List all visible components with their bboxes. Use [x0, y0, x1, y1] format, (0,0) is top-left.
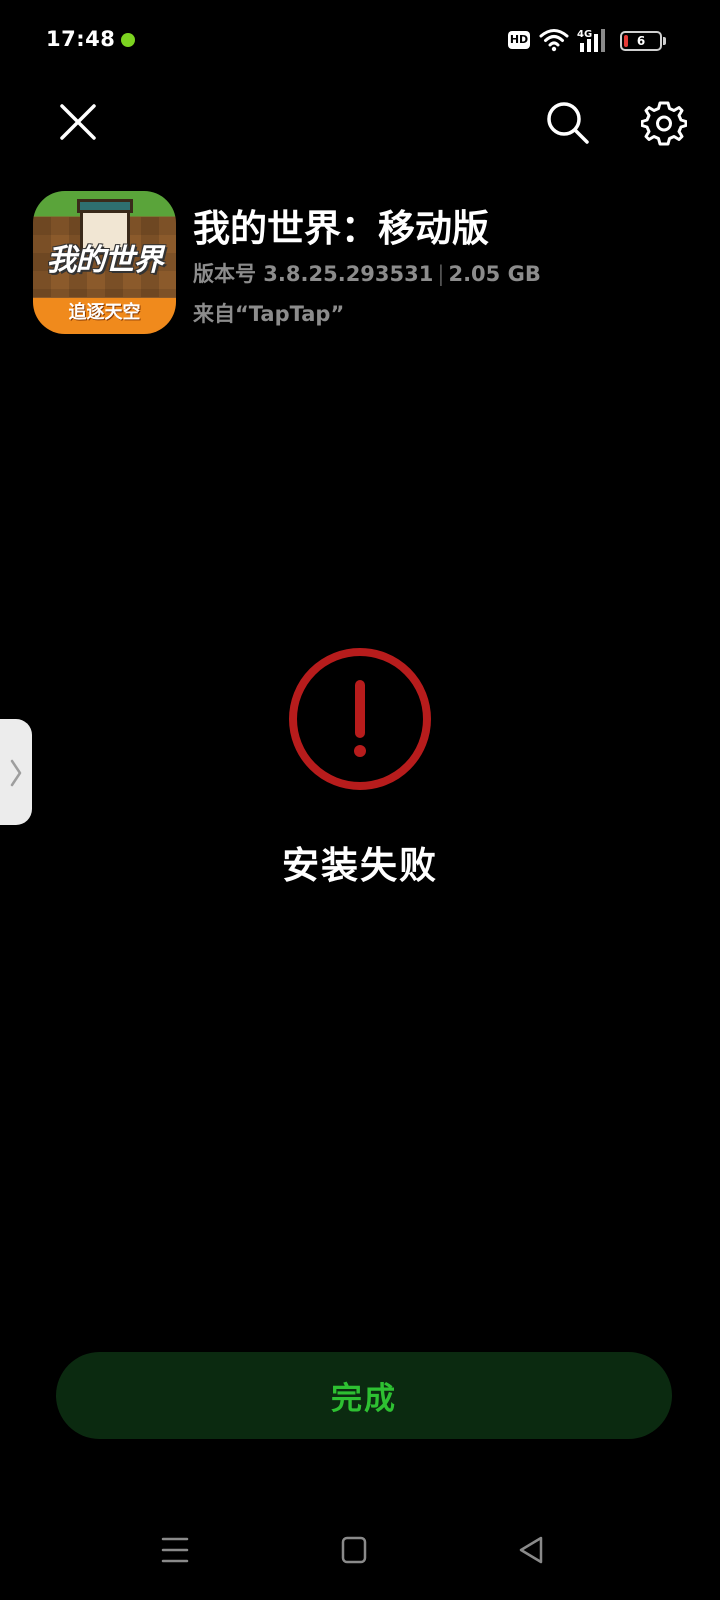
close-icon	[60, 104, 96, 140]
menu-icon	[161, 1537, 189, 1563]
app-icon-subtitle: 追逐天空	[68, 302, 141, 323]
search-icon	[547, 102, 589, 144]
app-icon: 我的世界 追逐天空	[33, 191, 176, 334]
chevron-right-icon	[10, 759, 22, 787]
search-button[interactable]	[545, 100, 591, 146]
side-panel-handle[interactable]	[0, 719, 32, 825]
app-size: 2.05 GB	[448, 262, 541, 286]
network-type-label: 4G	[577, 29, 592, 40]
status-indicator-dot	[121, 33, 135, 47]
battery-cap	[663, 37, 666, 45]
battery-icon: 6	[620, 31, 662, 51]
status-bar: 17:48 HD 4G 6	[0, 0, 720, 82]
home-icon	[341, 1536, 367, 1564]
hd-icon: HD	[508, 31, 530, 49]
wifi-icon	[539, 29, 569, 52]
install-status-title: 安装失败	[282, 844, 438, 887]
app-source: 来自“TapTap”	[193, 302, 345, 326]
battery-level: 6	[636, 34, 646, 48]
done-button[interactable]: 完成	[56, 1352, 672, 1439]
nav-back-button[interactable]	[518, 1535, 544, 1569]
app-name: 我的世界：移动版	[193, 207, 489, 250]
close-button[interactable]	[58, 102, 98, 142]
gear-icon	[640, 101, 688, 146]
exclamation-circle-icon	[289, 648, 431, 790]
signal-icon: 4G	[577, 29, 605, 52]
app-version: 版本号 3.8.25.293531	[193, 262, 434, 286]
nav-home-button[interactable]	[341, 1535, 367, 1569]
nav-menu-button[interactable]	[161, 1535, 189, 1569]
settings-button[interactable]	[640, 100, 688, 146]
app-icon-goggles	[77, 199, 133, 213]
meta-separator: |	[437, 262, 445, 286]
back-icon	[519, 1536, 543, 1564]
app-icon-title: 我的世界	[46, 243, 164, 278]
status-time: 17:48	[46, 27, 116, 51]
app-meta: 版本号 3.8.25.293531 | 2.05 GB	[193, 258, 541, 288]
